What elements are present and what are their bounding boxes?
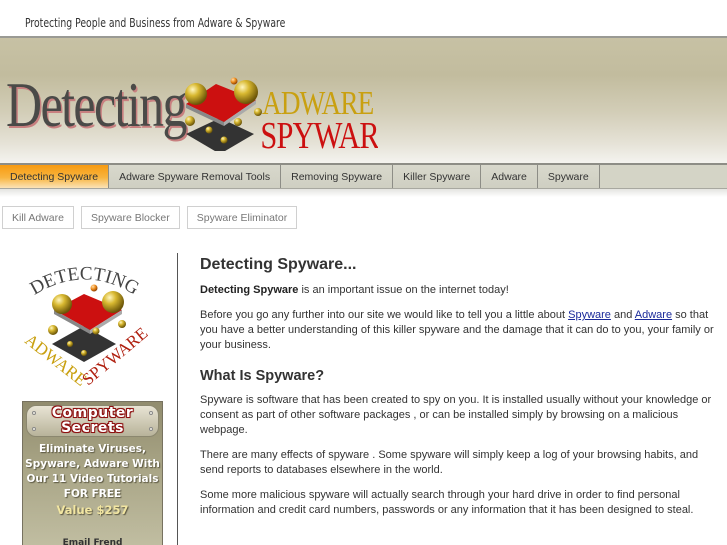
page-title: Detecting Spyware... (200, 256, 357, 273)
ad-email-label: Email Frend (62, 538, 123, 545)
main-nav: Detecting Spyware Adware Spyware Removal… (0, 163, 727, 189)
ad-line: Eliminate Viruses, (38, 443, 147, 455)
ad-line: FOR FREE (63, 488, 122, 500)
nav-item-adware[interactable]: Adware (481, 165, 538, 188)
intro-bold: Detecting Spyware (200, 284, 299, 296)
site-tagline: Protecting People and Business from Adwa… (25, 16, 286, 30)
effects-paragraph: There are many effects of spyware . Some… (200, 449, 699, 476)
sidebar-logo-detecting: DETECTING (27, 263, 143, 299)
overview-paragraph: Before you go any further into our site … (200, 308, 715, 353)
paragraph-text: and (610, 309, 635, 321)
subnav-item-kill-adware[interactable]: Kill Adware (2, 206, 74, 229)
paragraph-text: Before you go any further into our site … (200, 309, 569, 321)
logo-word-spyware: SPYWARE (260, 115, 378, 151)
nav-item-adware-spyware-removal-tools[interactable]: Adware Spyware Removal Tools (109, 165, 282, 188)
subnav-item-spyware-eliminator[interactable]: Spyware Eliminator (186, 206, 298, 229)
nav-item-removing-spyware[interactable]: Removing Spyware (281, 165, 394, 188)
main-content: Detecting Spyware... Detecting Spyware i… (200, 255, 715, 528)
ad-banner: Computer Secrets (26, 405, 159, 437)
subnav-item-spyware-blocker[interactable]: Spyware Blocker (80, 206, 180, 229)
ad-value: Value $257 (56, 503, 129, 517)
column-divider (177, 253, 178, 545)
malicious-paragraph: Some more malicious spyware will actuall… (200, 489, 694, 516)
computer-secrets-ad[interactable]: Computer Secrets Eliminate Viruses, Spyw… (22, 401, 163, 545)
intro-text: is an important issue on the internet to… (298, 284, 509, 296)
nav-item-spyware[interactable]: Spyware (537, 165, 600, 188)
ad-title-line1: Computer (51, 405, 134, 421)
adware-link[interactable]: Adware (635, 309, 672, 321)
logo-word-detecting-front: Detecting (6, 70, 187, 140)
logo-emblem-icon (185, 77, 262, 151)
spyware-link[interactable]: Spyware (568, 309, 611, 321)
intro-paragraph: Detecting Spyware is an important issue … (200, 283, 715, 298)
ad-line: Spyware, Adware With (25, 458, 160, 470)
site-header: Detecting Detecting ADWARE SPYWARE (0, 36, 727, 163)
nav-shadow (0, 189, 727, 197)
site-logo[interactable]: Detecting Detecting ADWARE SPYWARE (6, 56, 378, 151)
sidebar-logo[interactable]: DETECTING ADWARE SPYWARE (18, 258, 153, 388)
section-heading-what-is-spyware: What Is Spyware? (200, 368, 325, 384)
nav-item-detecting-spyware[interactable]: Detecting Spyware (0, 165, 110, 188)
definition-paragraph: Spyware is software that has been create… (200, 394, 712, 436)
sub-nav: Kill Adware Spyware Blocker Spyware Elim… (2, 206, 298, 229)
ad-line: Our 11 Video Tutorials (26, 473, 159, 485)
ad-title-line2: Secrets (61, 420, 124, 436)
nav-item-killer-spyware[interactable]: Killer Spyware (393, 165, 482, 188)
